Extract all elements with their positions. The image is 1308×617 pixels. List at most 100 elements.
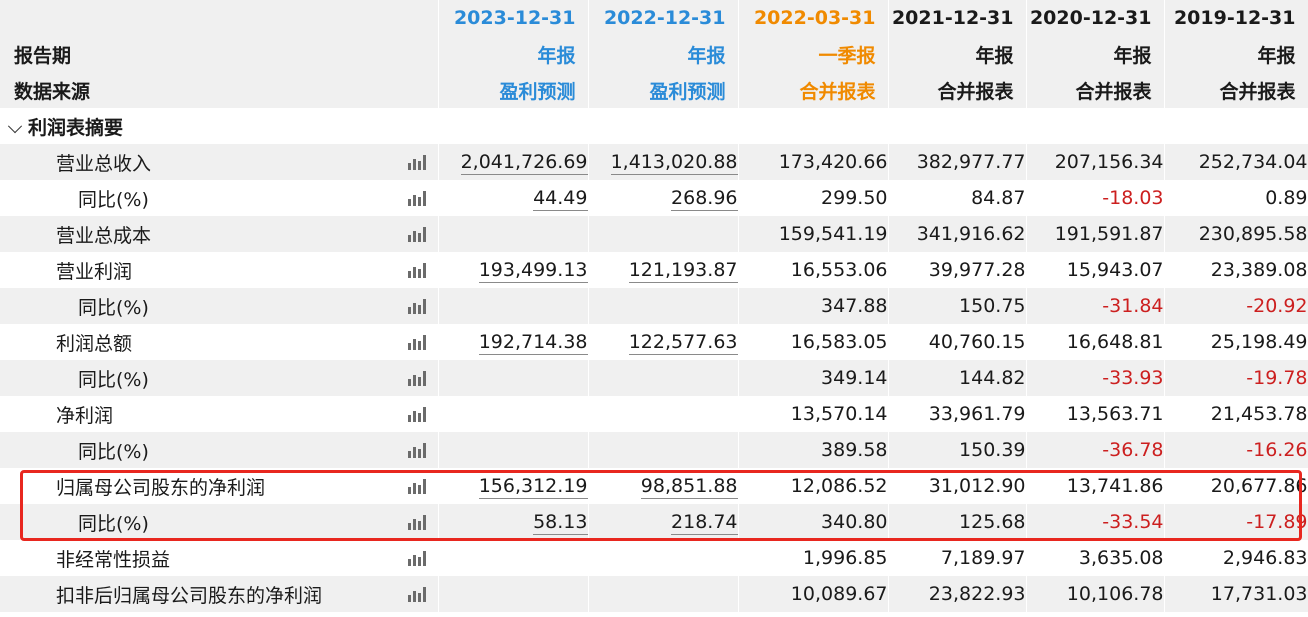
header-date-1[interactable]: 2022-12-31 (588, 0, 739, 36)
value-cell (438, 360, 589, 396)
bar-chart-icon[interactable] (407, 334, 426, 350)
section-empty-cell (588, 108, 739, 144)
cell-value: 121,193.87 (628, 259, 738, 283)
table-row: 归属母公司股东的净利润 156,312.19 98,851.88 12,086.52 3… (0, 468, 1308, 504)
header-source-0: 盈利预测 (438, 72, 589, 108)
bar-chart-icon[interactable] (407, 406, 426, 422)
bar-chart-icon[interactable] (407, 550, 426, 566)
cell-value: 44.49 (533, 187, 588, 211)
cell-value: 2,946.83 (1222, 547, 1308, 569)
header-date-3[interactable]: 2021-12-31 (888, 0, 1027, 36)
cell-value: 16,583.05 (790, 331, 888, 353)
bar-chart-icon[interactable] (407, 262, 426, 278)
bar-chart-icon[interactable] (407, 442, 426, 458)
value-cell: -33.54 (1026, 504, 1165, 540)
table-row: 同比(%) 58.13 218.74 340.80 125.68 -33.54 -17.89 (0, 504, 1308, 540)
value-cell (588, 576, 739, 612)
header-period-4: 年报 (1026, 36, 1165, 72)
header-date-0[interactable]: 2023-12-31 (438, 0, 589, 36)
value-cell: 84.87 (888, 180, 1027, 216)
value-cell: -20.92 (1164, 288, 1308, 324)
value-cell (588, 360, 739, 396)
header-date-2[interactable]: 2022-03-31 (738, 0, 889, 36)
value-cell: 13,563.71 (1026, 396, 1165, 432)
cell-value: 33,961.79 (928, 403, 1026, 425)
value-cell: 39,977.28 (888, 252, 1027, 288)
value-cell: 7,189.97 (888, 540, 1027, 576)
header-label: 数据来源 (0, 72, 439, 108)
bar-chart-icon[interactable] (407, 478, 426, 494)
cell-value: -20.92 (1246, 295, 1308, 317)
bar-chart-icon[interactable] (407, 190, 426, 206)
table-row: 非经常性损益 1,996.85 7,189.97 3,635.08 2,946.83 (0, 540, 1308, 576)
row-label: 营业利润 (56, 260, 133, 283)
value-cell (588, 540, 739, 576)
value-cell: 2,041,726.69 (438, 144, 589, 180)
cell-value: 218.74 (671, 511, 738, 535)
cell-value: 13,563.71 (1066, 403, 1164, 425)
cell-value: 23,822.93 (928, 583, 1026, 605)
header-period-0: 年报 (438, 36, 589, 72)
value-cell: -18.03 (1026, 180, 1165, 216)
cell-value: 2,041,726.69 (460, 151, 588, 175)
value-cell: 207,156.34 (1026, 144, 1165, 180)
value-cell: 252,734.04 (1164, 144, 1308, 180)
cell-value: 39,977.28 (928, 259, 1026, 281)
cell-value: 299.50 (821, 187, 888, 209)
row-label-cell: 扣非后归属母公司股东的净利润 (0, 576, 439, 612)
value-cell: 25,198.49 (1164, 324, 1308, 360)
row-label: 净利润 (56, 404, 114, 427)
header-date-5[interactable]: 2019-12-31 (1164, 0, 1308, 36)
header-date-4[interactable]: 2020-12-31 (1026, 0, 1165, 36)
section-title-cell[interactable]: 利润表摘要 (0, 108, 439, 144)
row-label: 利润总额 (56, 332, 133, 355)
value-cell: 192,714.38 (438, 324, 589, 360)
cell-value: 207,156.34 (1054, 151, 1164, 173)
bar-chart-icon[interactable] (407, 154, 426, 170)
cell-value: 150.39 (959, 439, 1026, 461)
cell-value: 340.80 (821, 511, 888, 533)
row-label-cell: 净利润 (0, 396, 439, 432)
value-cell (438, 396, 589, 432)
row-label-cell: 利润总额 (0, 324, 439, 360)
cell-value: 252,734.04 (1198, 151, 1308, 173)
bar-chart-icon[interactable] (407, 298, 426, 314)
cell-value: 341,916.62 (916, 223, 1026, 245)
value-cell: 10,089.67 (738, 576, 889, 612)
value-cell: -19.78 (1164, 360, 1308, 396)
value-cell: 121,193.87 (588, 252, 739, 288)
bar-chart-icon[interactable] (407, 370, 426, 386)
chevron-down-icon[interactable] (7, 118, 23, 133)
cell-value: 382,977.77 (916, 151, 1026, 173)
table-row: 净利润 13,570.14 33,961.79 13,563.71 21,453.78 (0, 396, 1308, 432)
cell-value: 122,577.63 (628, 331, 738, 355)
row-label: 归属母公司股东的净利润 (56, 476, 266, 499)
value-cell: 12,086.52 (738, 468, 889, 504)
value-cell: 13,741.86 (1026, 468, 1165, 504)
cell-value: 144.82 (959, 367, 1026, 389)
row-label-cell: 非经常性损益 (0, 540, 439, 576)
bar-chart-icon[interactable] (407, 514, 426, 530)
section-title: 利润表摘要 (28, 116, 124, 139)
table-row: 利润总额 192,714.38 122,577.63 16,583.05 40,760.… (0, 324, 1308, 360)
value-cell: 20,677.86 (1164, 468, 1308, 504)
row-label: 扣非后归属母公司股东的净利润 (56, 584, 323, 607)
cell-value: 1,413,020.88 (610, 151, 738, 175)
cell-value: 12,086.52 (790, 475, 888, 497)
header-period-3: 年报 (888, 36, 1027, 72)
header-period-1: 年报 (588, 36, 739, 72)
cell-value: 23,389.08 (1210, 259, 1308, 281)
cell-value: 10,106.78 (1066, 583, 1164, 605)
row-label: 同比(%) (78, 368, 149, 391)
header-source-5: 合并报表 (1164, 72, 1308, 108)
table-row: 营业总成本 159,541.19 341,916.62 191,591.87 230,8… (0, 216, 1308, 252)
value-cell: 299.50 (738, 180, 889, 216)
cell-value: 389.58 (821, 439, 888, 461)
section-row[interactable]: 利润表摘要 (0, 108, 1308, 144)
cell-value: 17,731.03 (1210, 583, 1308, 605)
cell-value: 15,943.07 (1066, 259, 1164, 281)
value-cell: 150.39 (888, 432, 1027, 468)
section-empty-cell (1026, 108, 1165, 144)
bar-chart-icon[interactable] (407, 586, 426, 602)
bar-chart-icon[interactable] (407, 226, 426, 242)
